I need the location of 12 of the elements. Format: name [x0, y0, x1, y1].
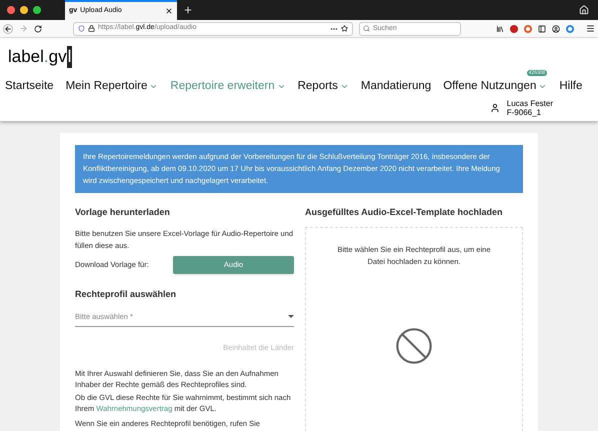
section-heading: Vorlage herunterladen	[75, 206, 171, 220]
user-name: Lucas Fester	[506, 99, 553, 108]
site-logo[interactable]: label.gvl	[8, 46, 593, 68]
section-heading: Ausgefülltes Audio-Excel-Template hochladen	[305, 206, 504, 220]
nav-menu-item[interactable]: Hilfe	[559, 78, 582, 96]
section-heading: Rechteprofil auswählen	[75, 288, 178, 301]
nav-menu-item[interactable]: Mein Repertoire	[66, 78, 158, 96]
nav-menu-item[interactable]: Startseite	[5, 78, 54, 96]
nav-menu-item[interactable]: Offene Nutzungen	[443, 78, 548, 96]
nav-menu-item[interactable]: Reports	[298, 78, 349, 96]
user-id: F-9066_1	[506, 108, 542, 118]
nav-menu-item[interactable]: Mandatierung	[360, 78, 432, 96]
